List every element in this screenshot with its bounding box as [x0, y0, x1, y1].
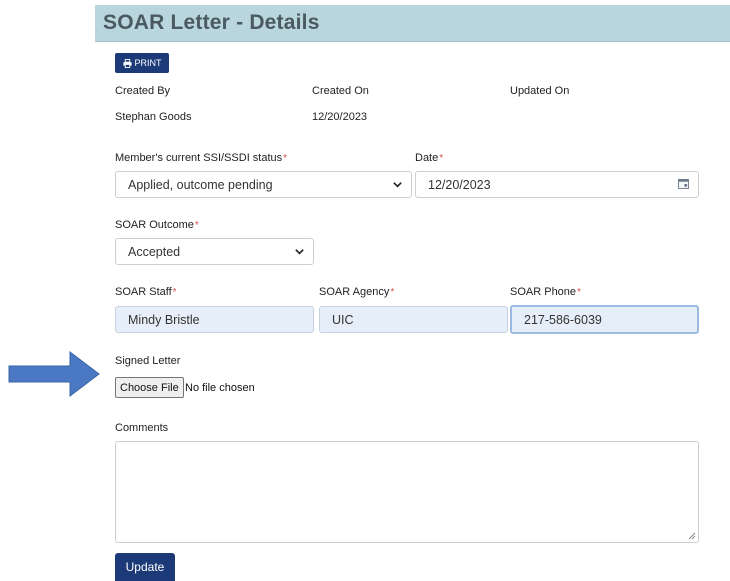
- chevron-down-icon: [393, 182, 402, 188]
- staff-input[interactable]: Mindy Bristle: [115, 306, 314, 333]
- date-input[interactable]: 12/20/2023: [415, 171, 699, 198]
- agency-input[interactable]: UIC: [319, 306, 508, 333]
- required-mark: *: [283, 153, 288, 164]
- file-status-text: No file chosen: [185, 382, 255, 394]
- agency-label-text: SOAR Agency: [319, 286, 390, 298]
- updated-on-label: Updated On: [510, 85, 570, 97]
- required-mark: *: [172, 287, 177, 298]
- required-mark: *: [194, 220, 199, 231]
- outcome-select[interactable]: Accepted: [115, 238, 314, 265]
- agency-label: SOAR Agency*: [319, 286, 394, 298]
- page-header: SOAR Letter - Details: [95, 5, 730, 42]
- update-button[interactable]: Update: [115, 553, 175, 581]
- required-mark: *: [390, 287, 395, 298]
- staff-label: SOAR Staff*: [115, 286, 177, 298]
- staff-label-text: SOAR Staff: [115, 286, 172, 298]
- status-select-value: Applied, outcome pending: [128, 177, 273, 192]
- outcome-label: SOAR Outcome*: [115, 219, 199, 231]
- outcome-select-value: Accepted: [128, 244, 181, 259]
- required-mark: *: [577, 287, 581, 298]
- chevron-down-icon: [295, 249, 304, 255]
- phone-label-text: SOAR Phone: [510, 286, 577, 298]
- choose-file-button[interactable]: Choose File: [115, 377, 184, 398]
- signed-letter-label: Signed Letter: [115, 355, 181, 367]
- date-label: Date*: [415, 152, 443, 164]
- created-on-value: 12/20/2023: [312, 111, 368, 123]
- pointer-arrow-icon: [8, 351, 100, 397]
- status-label: Member's current SSI/SSDI status*: [115, 152, 287, 164]
- print-button[interactable]: PRINT: [115, 53, 169, 73]
- phone-input[interactable]: 217-586-6039: [510, 305, 699, 334]
- phone-label: SOAR Phone*: [510, 286, 581, 298]
- outcome-label-text: SOAR Outcome: [115, 219, 194, 231]
- created-by-label: Created By: [115, 85, 171, 97]
- comments-textarea[interactable]: [115, 441, 699, 543]
- created-by-value: Stephan Goods: [115, 111, 192, 123]
- resize-handle-icon[interactable]: [688, 532, 696, 540]
- comments-label: Comments: [115, 422, 169, 434]
- agency-input-value: UIC: [332, 312, 354, 327]
- date-label-text: Date: [415, 152, 439, 164]
- status-label-text: Member's current SSI/SSDI status: [115, 152, 283, 164]
- print-label: PRINT: [134, 58, 162, 68]
- required-mark: *: [439, 153, 444, 164]
- page-title: SOAR Letter - Details: [103, 11, 320, 34]
- status-select[interactable]: Applied, outcome pending: [115, 171, 412, 198]
- calendar-icon[interactable]: [678, 179, 689, 189]
- phone-input-value: 217-586-6039: [524, 312, 602, 327]
- date-input-value: 12/20/2023: [428, 177, 491, 192]
- staff-input-value: Mindy Bristle: [128, 312, 200, 327]
- created-on-label: Created On: [312, 85, 369, 97]
- printer-icon: [122, 58, 132, 68]
